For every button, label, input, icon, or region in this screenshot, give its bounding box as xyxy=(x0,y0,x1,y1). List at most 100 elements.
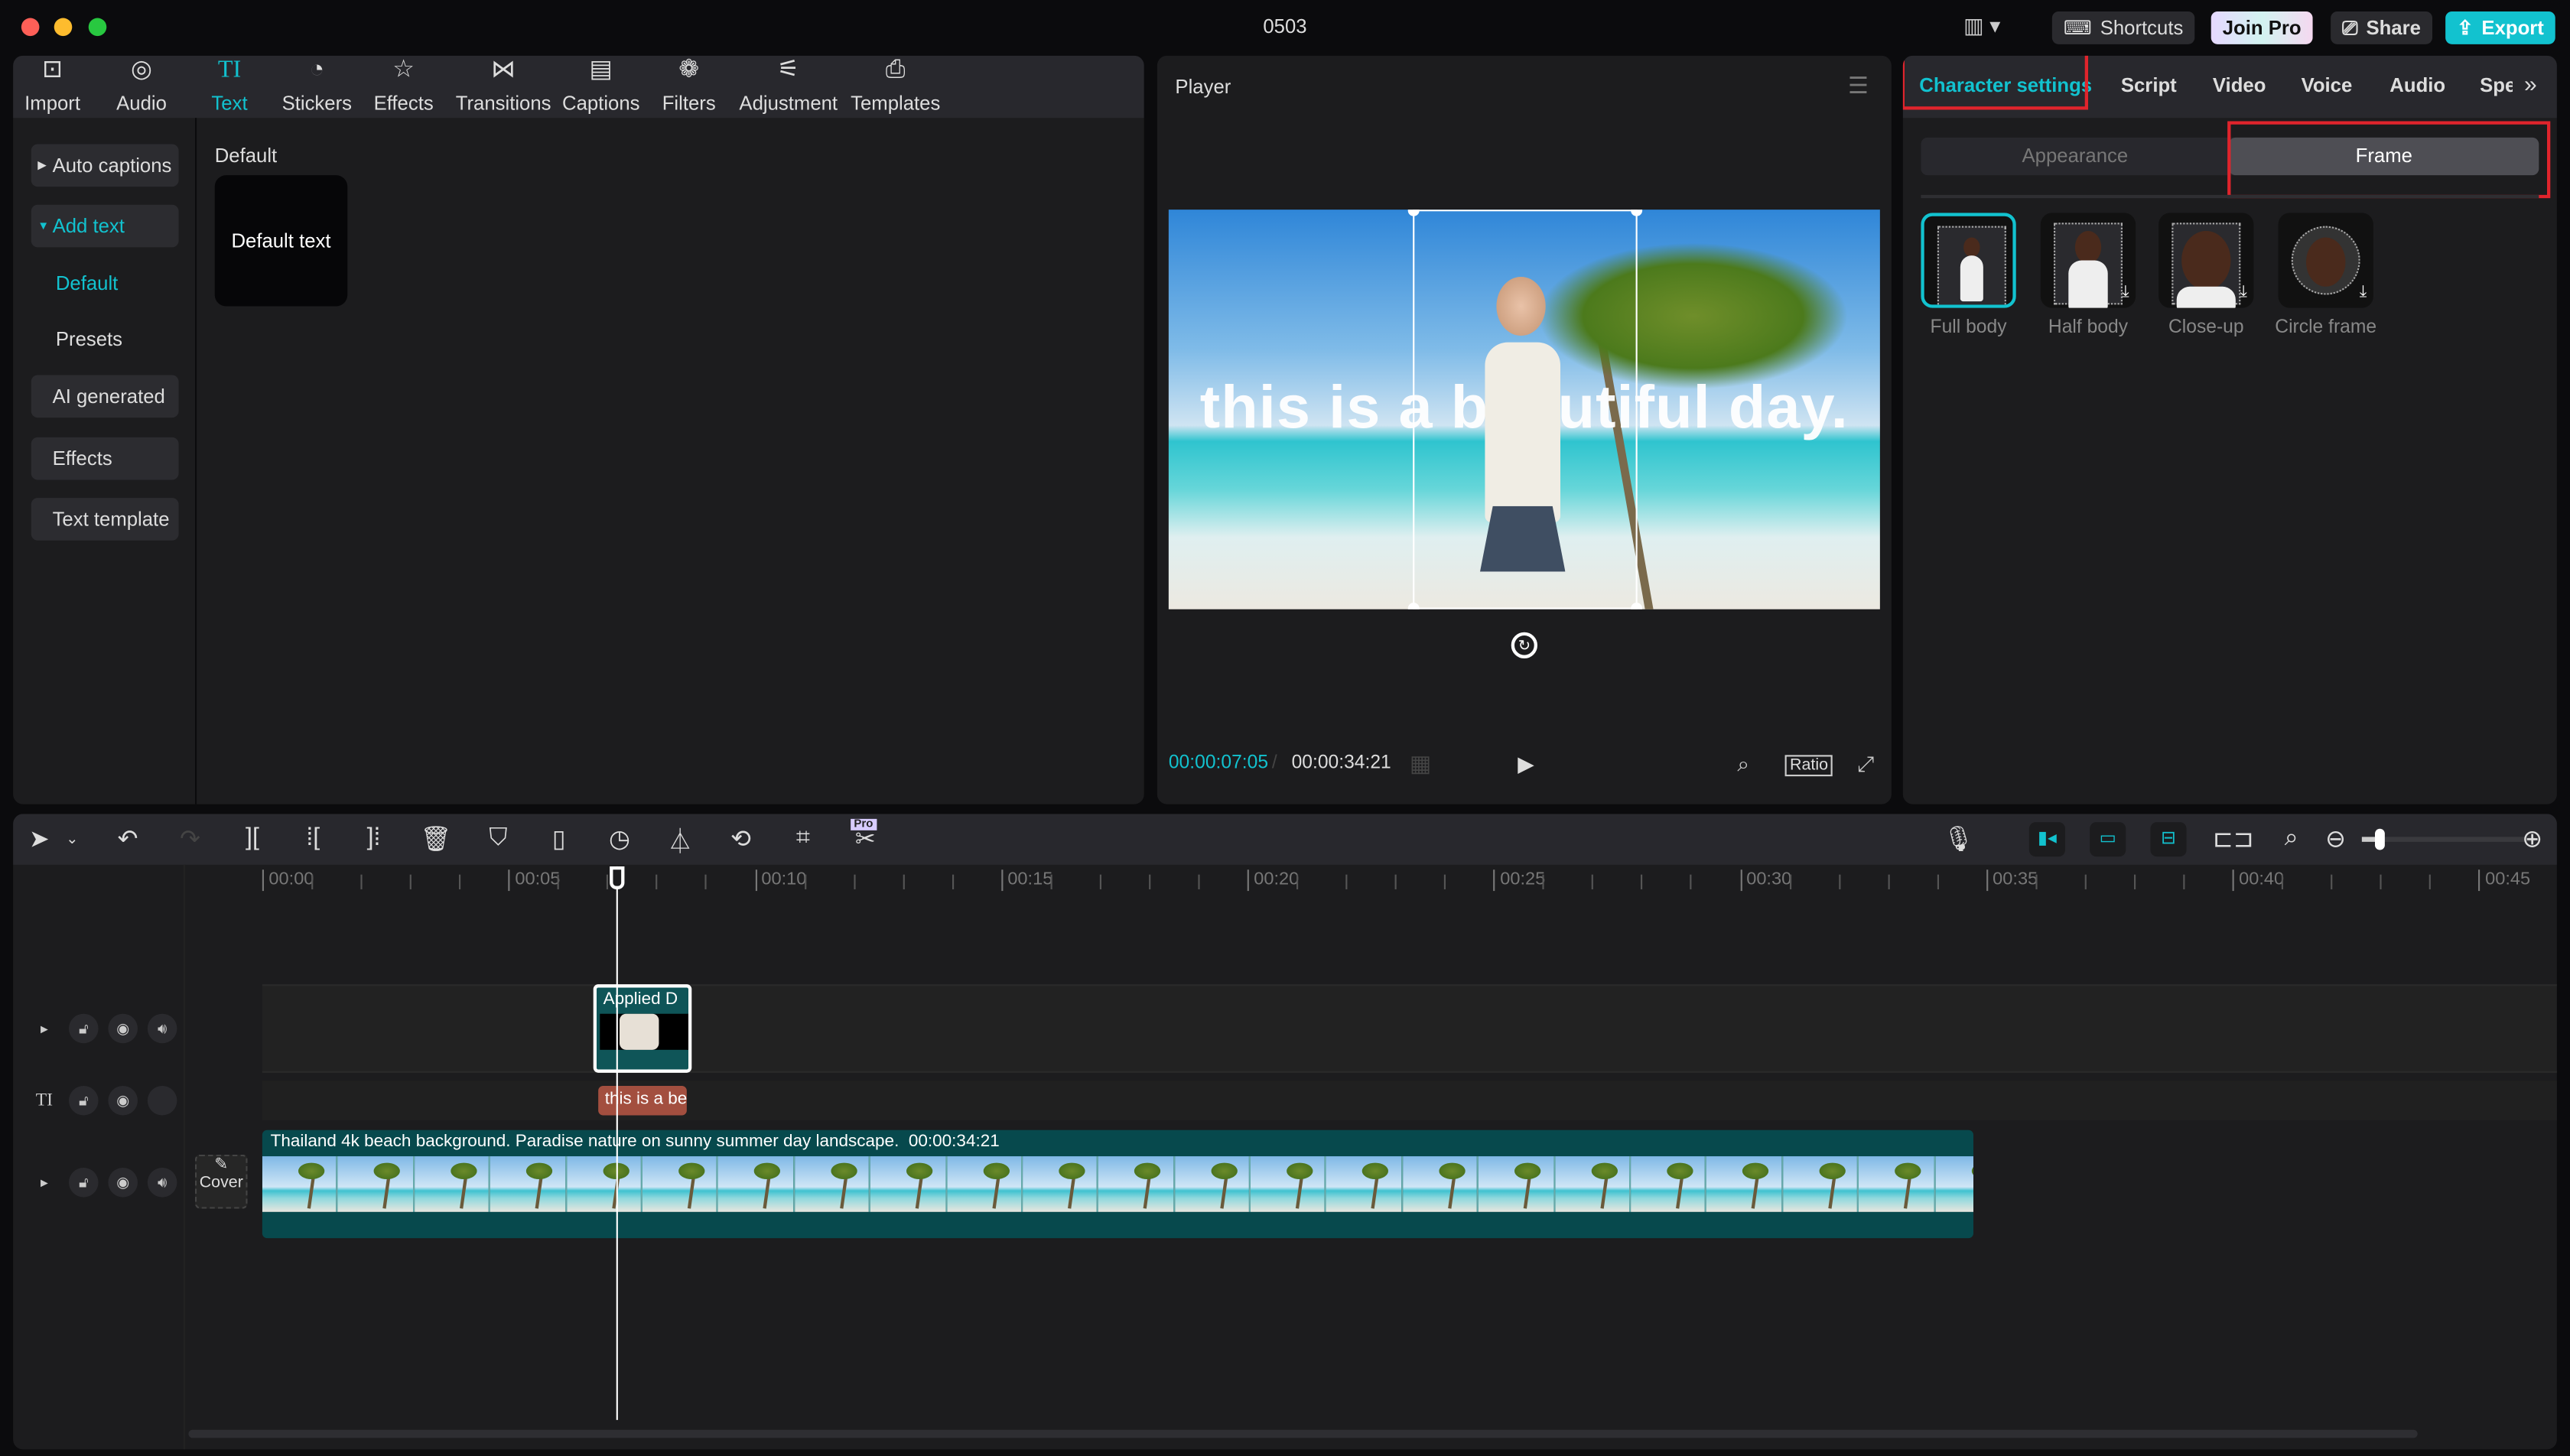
zoom-slider-knob[interactable] xyxy=(2374,828,2384,850)
video-preview[interactable]: this is a beautiful day. xyxy=(1168,210,1880,609)
export-icon: ⇪ xyxy=(2457,16,2474,40)
ruler-tick xyxy=(2084,874,2087,889)
eye-icon[interactable]: ◉ xyxy=(108,1085,138,1116)
sidebar-item-effects[interactable]: Effects xyxy=(31,437,179,480)
zoom-out-icon[interactable]: ⊖ xyxy=(2319,824,2352,853)
split-right-icon[interactable]: ]⁞ xyxy=(357,824,390,851)
play-button[interactable]: ▶ xyxy=(1518,752,1534,778)
shortcuts-button[interactable]: ⌨ Shortcuts xyxy=(2051,11,2195,44)
more-tabs-icon[interactable]: » xyxy=(2524,70,2537,96)
avatar-clip[interactable]: Applied D xyxy=(593,984,692,1073)
menu-icon[interactable]: ☰ xyxy=(1848,72,1869,99)
tab-script[interactable]: Script xyxy=(2121,73,2177,96)
join-pro-button[interactable]: Join Pro xyxy=(2211,11,2313,44)
playhead[interactable] xyxy=(610,866,626,1420)
export-button[interactable]: ⇪ Export xyxy=(2445,11,2555,44)
toolbar-captions[interactable]: ▤ Captions xyxy=(562,56,640,118)
linkage-toggle[interactable]: ▭ xyxy=(2090,822,2126,857)
resize-handle[interactable] xyxy=(1407,210,1420,216)
ratio-button[interactable]: Ratio xyxy=(1784,755,1833,777)
split-view-icon[interactable]: ⊏⊐ xyxy=(2213,824,2254,853)
tab-audio[interactable]: Audio xyxy=(2389,73,2445,96)
volume-icon[interactable]: 🔊︎ xyxy=(147,1013,177,1044)
zoom-slider[interactable] xyxy=(2361,828,2536,850)
rotate-clip-icon[interactable]: ⟲ xyxy=(724,824,757,853)
split-left-icon[interactable]: ⁞[ xyxy=(297,824,330,851)
tab-speed[interactable]: Speed xyxy=(2480,73,2513,96)
eye-icon[interactable]: ◉ xyxy=(108,1168,138,1198)
avatar-body xyxy=(1485,342,1560,523)
toolbar-text[interactable]: TI Text xyxy=(211,56,247,118)
clip-thumbnail xyxy=(566,1156,642,1212)
marker-icon[interactable]: ⛉ xyxy=(482,824,515,851)
zoom-in-icon[interactable]: ⊕ xyxy=(2516,824,2549,853)
toolbar-label: Import xyxy=(24,91,81,115)
undo-icon[interactable]: ↶ xyxy=(112,824,145,853)
delete-icon[interactable]: 🗑︎ xyxy=(420,824,453,853)
toolbar-label: Audio xyxy=(116,91,167,115)
preview-axis-toggle[interactable]: ⊟ xyxy=(2150,822,2187,857)
toolbar-audio[interactable]: ◎ Audio xyxy=(116,56,167,118)
resize-handle[interactable] xyxy=(1631,210,1643,216)
speed-icon[interactable]: ◷ xyxy=(603,824,636,853)
zoom-fit-timeline-icon[interactable]: ⌕ xyxy=(2275,824,2308,851)
eye-icon[interactable]: ◉ xyxy=(108,1013,138,1044)
toolbar-transitions[interactable]: ⋈ Transitions xyxy=(456,56,551,118)
ruler-tick xyxy=(1543,874,1545,889)
toolbar-templates[interactable]: ⎙ Templates xyxy=(851,56,940,118)
crop-icon[interactable]: ⌗ xyxy=(787,824,820,851)
lock-icon[interactable]: 🔓︎ xyxy=(69,1085,99,1116)
toolbar-filters[interactable]: ❁ Filters xyxy=(662,56,716,118)
toolbar-stickers[interactable]: ◔ Stickers xyxy=(282,56,352,118)
toolbar-adjustment[interactable]: ⚟ Adjustment xyxy=(739,56,838,118)
redo-icon[interactable]: ↷ xyxy=(174,824,207,853)
freeze-icon[interactable]: ▯ xyxy=(542,824,575,853)
frame-option-half-body[interactable]: ⤓ xyxy=(2040,213,2136,308)
sidebar-item-text-template[interactable]: Text template xyxy=(31,498,179,541)
toolbar-import[interactable]: ⊡ Import xyxy=(24,56,80,118)
subtab-appearance[interactable]: Appearance xyxy=(1921,138,2229,175)
ruler-tick xyxy=(804,874,806,889)
frame-option-circle[interactable]: ⤓ xyxy=(2278,213,2373,308)
cover-button[interactable]: ✎ Cover xyxy=(194,1154,248,1209)
fullscreen-icon[interactable]: ⤢ xyxy=(1857,752,1874,778)
frame-option-full-body[interactable] xyxy=(1921,213,2016,308)
sidebar-item-ai-generated[interactable]: AI generated xyxy=(31,375,179,418)
sidebar-item-presets[interactable]: Presets xyxy=(31,317,179,360)
clip-thumbnail xyxy=(1326,1156,1403,1212)
lock-icon[interactable]: 🔓︎ xyxy=(69,1013,99,1044)
clip-thumbnail xyxy=(1783,1156,1859,1212)
resize-handle[interactable] xyxy=(1631,603,1643,609)
sidebar-label: Default xyxy=(55,271,119,295)
zoom-fit-icon[interactable]: ⌕ xyxy=(1737,752,1749,778)
sidebar-item-add-text[interactable]: ▼ Add text xyxy=(31,204,179,248)
resize-handle[interactable] xyxy=(1407,603,1420,609)
volume-icon[interactable]: 🔊︎ xyxy=(147,1168,177,1198)
frame-option-close-up[interactable]: ⤓ xyxy=(2158,213,2254,308)
ruler-tick-label: 00:10 xyxy=(754,869,806,892)
tab-video[interactable]: Video xyxy=(2213,73,2266,96)
select-tool-icon[interactable]: ➤ xyxy=(23,824,56,853)
sidebar-item-auto-captions[interactable]: ▶ Auto captions xyxy=(31,144,179,187)
rotate-icon[interactable]: ↻ xyxy=(1511,632,1537,658)
timeline-ruler[interactable]: 00:00 00:05 00:10 00:15 00:20 00:25 00:30 00:35… xyxy=(13,865,2557,898)
sidebar-item-default[interactable]: Default xyxy=(31,262,179,305)
ruler-tick xyxy=(607,874,609,889)
grid-icon[interactable]: ▦ xyxy=(1410,750,1431,778)
share-button[interactable]: ⎚ Share xyxy=(2331,11,2432,44)
lock-icon[interactable]: 🔓︎ xyxy=(69,1168,99,1198)
main-video-clip[interactable]: Thailand 4k beach background. Paradise n… xyxy=(262,1129,1973,1239)
horizontal-scrollbar[interactable] xyxy=(188,1429,2418,1438)
auto-snap-toggle[interactable]: ▮◂ xyxy=(2028,822,2065,857)
ruler-tick xyxy=(1394,874,1397,889)
avatar-selection-box[interactable] xyxy=(1407,210,1643,609)
toolbar-effects[interactable]: ☆ Effects xyxy=(374,56,434,118)
split-icon[interactable]: ][ xyxy=(236,824,269,851)
default-text-card[interactable]: Default text xyxy=(214,175,348,307)
layout-icon[interactable]: ▥ ▾ xyxy=(1963,13,2000,39)
tab-voice[interactable]: Voice xyxy=(2302,73,2353,96)
text-clip[interactable]: this is a be xyxy=(598,1085,687,1116)
chevron-down-icon[interactable]: ⌄ xyxy=(56,830,89,849)
microphone-icon[interactable]: 🎙︎ xyxy=(1942,824,1975,853)
mirror-icon[interactable]: ⏃ xyxy=(664,824,697,858)
